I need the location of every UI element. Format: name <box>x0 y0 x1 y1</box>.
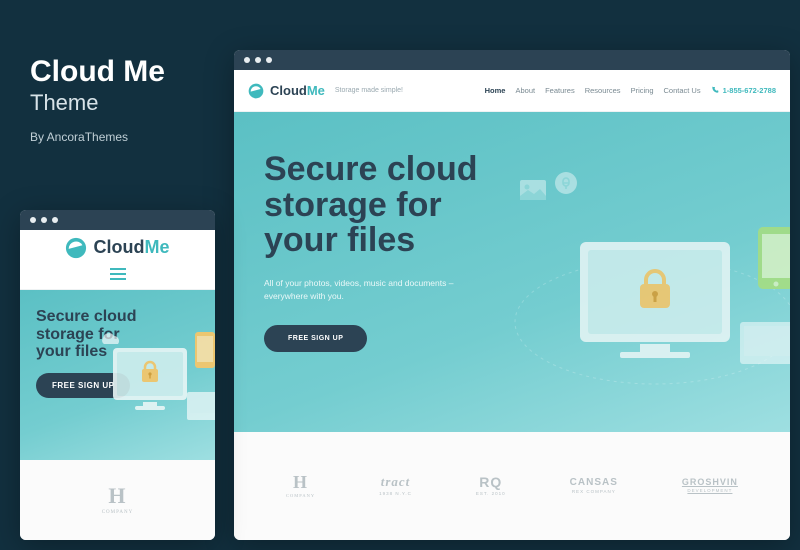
window-dot <box>30 217 36 223</box>
window-dot <box>255 57 261 63</box>
window-titlebar <box>20 210 215 230</box>
signup-button[interactable]: FREE SIGN UP <box>264 325 367 352</box>
hero-subtitle: All of your photos, videos, music and do… <box>264 277 484 303</box>
brand-tagline: Storage made simple! <box>335 87 403 94</box>
top-nav: CloudMe Storage made simple! Home About … <box>234 70 790 112</box>
hero-illustration <box>95 320 215 440</box>
cloud-icon <box>248 83 264 99</box>
nav-links: Home About Features Resources Pricing Co… <box>485 86 776 96</box>
partner-logos: HCOMPANY <box>20 460 215 540</box>
phone-icon <box>711 86 719 96</box>
nav-resources[interactable]: Resources <box>585 86 621 95</box>
brand-name: CloudMe <box>270 83 325 98</box>
hero-section: Secure cloud storage for your files FREE… <box>20 290 215 460</box>
hero-illustration <box>500 172 790 392</box>
logo-groshvin: GROSHVINDEVELOPMENT <box>682 478 738 495</box>
desktop-preview-window: CloudMe Storage made simple! Home About … <box>234 50 790 540</box>
window-dot <box>244 57 250 63</box>
window-dot <box>41 217 47 223</box>
logo-h: HCOMPANY <box>102 484 134 516</box>
phone-number: 1-855-672-2788 <box>723 86 776 95</box>
page-title: Cloud Me <box>30 55 165 88</box>
logo-cansas: CANSASREX COMPANY <box>570 477 618 495</box>
nav-contact[interactable]: Contact Us <box>664 86 701 95</box>
window-dot <box>52 217 58 223</box>
phone-link[interactable]: 1-855-672-2788 <box>711 86 776 96</box>
window-dot <box>266 57 272 63</box>
hero-section: Secure cloud storage for your files All … <box>234 112 790 432</box>
hero-title: Secure cloud storage for your files <box>264 152 524 259</box>
page-title-block: Cloud Me Theme By AncoraThemes <box>30 55 165 144</box>
menu-icon[interactable] <box>110 267 126 283</box>
mobile-top-nav: CloudMe <box>20 230 215 290</box>
logo-h: HCOMPANY <box>286 473 315 500</box>
nav-features[interactable]: Features <box>545 86 575 95</box>
brand[interactable]: CloudMe <box>65 237 169 259</box>
cloud-icon <box>65 237 87 259</box>
logo-tract: tract1938 N.Y.C <box>379 475 412 496</box>
nav-pricing[interactable]: Pricing <box>631 86 654 95</box>
page-subtitle: Theme <box>30 90 165 116</box>
brand-name: CloudMe <box>93 237 169 258</box>
logo-rq: RQEST. 2010 <box>476 475 506 497</box>
brand[interactable]: CloudMe <box>248 83 325 99</box>
partner-logos: HCOMPANY tract1938 N.Y.C RQEST. 2010 CAN… <box>234 432 790 540</box>
window-titlebar <box>234 50 790 70</box>
page-byline: By AncoraThemes <box>30 130 165 144</box>
mobile-preview-window: CloudMe Secure cloud storage for your fi… <box>20 210 215 540</box>
nav-home[interactable]: Home <box>485 86 506 95</box>
nav-about[interactable]: About <box>515 86 535 95</box>
